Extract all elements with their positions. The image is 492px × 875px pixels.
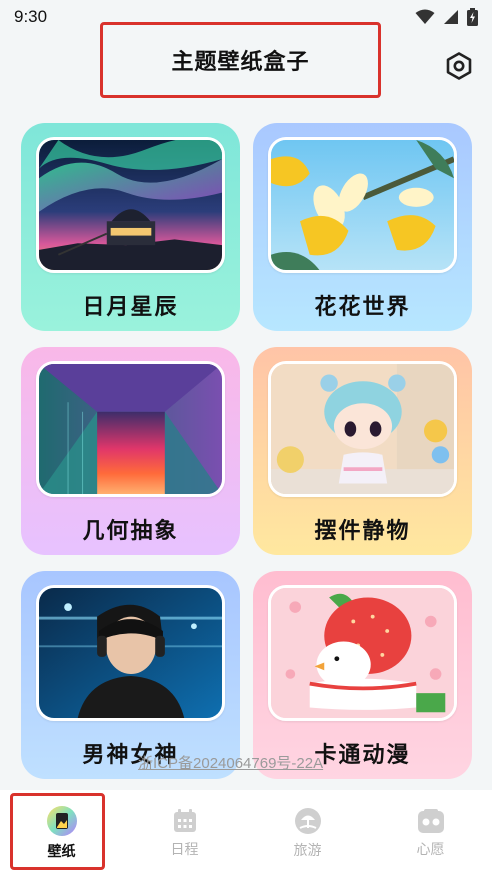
nav-tab-schedule[interactable]: 日程 xyxy=(123,790,246,875)
nav-tab-wish[interactable]: 心愿 xyxy=(369,790,492,875)
bottom-nav: 壁纸 日程 旅游 心愿 xyxy=(0,790,492,875)
category-card-flowers[interactable]: 花花世界 xyxy=(253,123,472,331)
category-card-idols[interactable]: 男神女神 xyxy=(21,571,240,779)
category-image-man xyxy=(36,585,225,721)
nav-tab-wallpaper[interactable]: 壁纸 xyxy=(0,790,123,875)
nav-tab-travel[interactable]: 旅游 xyxy=(246,790,369,875)
category-label: 摆件静物 xyxy=(314,519,411,544)
nav-label-schedule: 日程 xyxy=(170,841,199,858)
category-card-still-life[interactable]: 摆件静物 xyxy=(253,347,472,555)
category-label: 几何抽象 xyxy=(82,519,179,544)
category-label: 花花世界 xyxy=(314,295,411,320)
wallpaper-icon xyxy=(46,805,77,836)
wish-icon xyxy=(417,808,444,833)
calendar-icon xyxy=(173,808,196,832)
category-card-cartoon[interactable]: 卡通动漫 xyxy=(253,571,472,779)
category-image-daffodils xyxy=(268,137,457,273)
nav-label-wish: 心愿 xyxy=(416,841,445,858)
travel-icon xyxy=(294,807,321,834)
category-image-cartoon xyxy=(268,585,457,721)
icp-record-link[interactable]: 浙ICP备2024064769号-22A xyxy=(138,752,323,773)
nav-label-travel: 旅游 xyxy=(293,842,322,859)
category-image-corridor xyxy=(36,361,225,497)
category-label: 日月星辰 xyxy=(82,295,179,320)
category-image-doll xyxy=(268,361,457,497)
nav-label-wallpaper: 壁纸 xyxy=(47,843,76,860)
category-card-abstract[interactable]: 几何抽象 xyxy=(21,347,240,555)
category-grid: 日月星辰 花花世界 几何抽象 摆件静物 男神女神 卡通动漫 xyxy=(0,0,492,875)
category-image-aurora xyxy=(36,137,225,273)
category-card-celestial[interactable]: 日月星辰 xyxy=(21,123,240,331)
